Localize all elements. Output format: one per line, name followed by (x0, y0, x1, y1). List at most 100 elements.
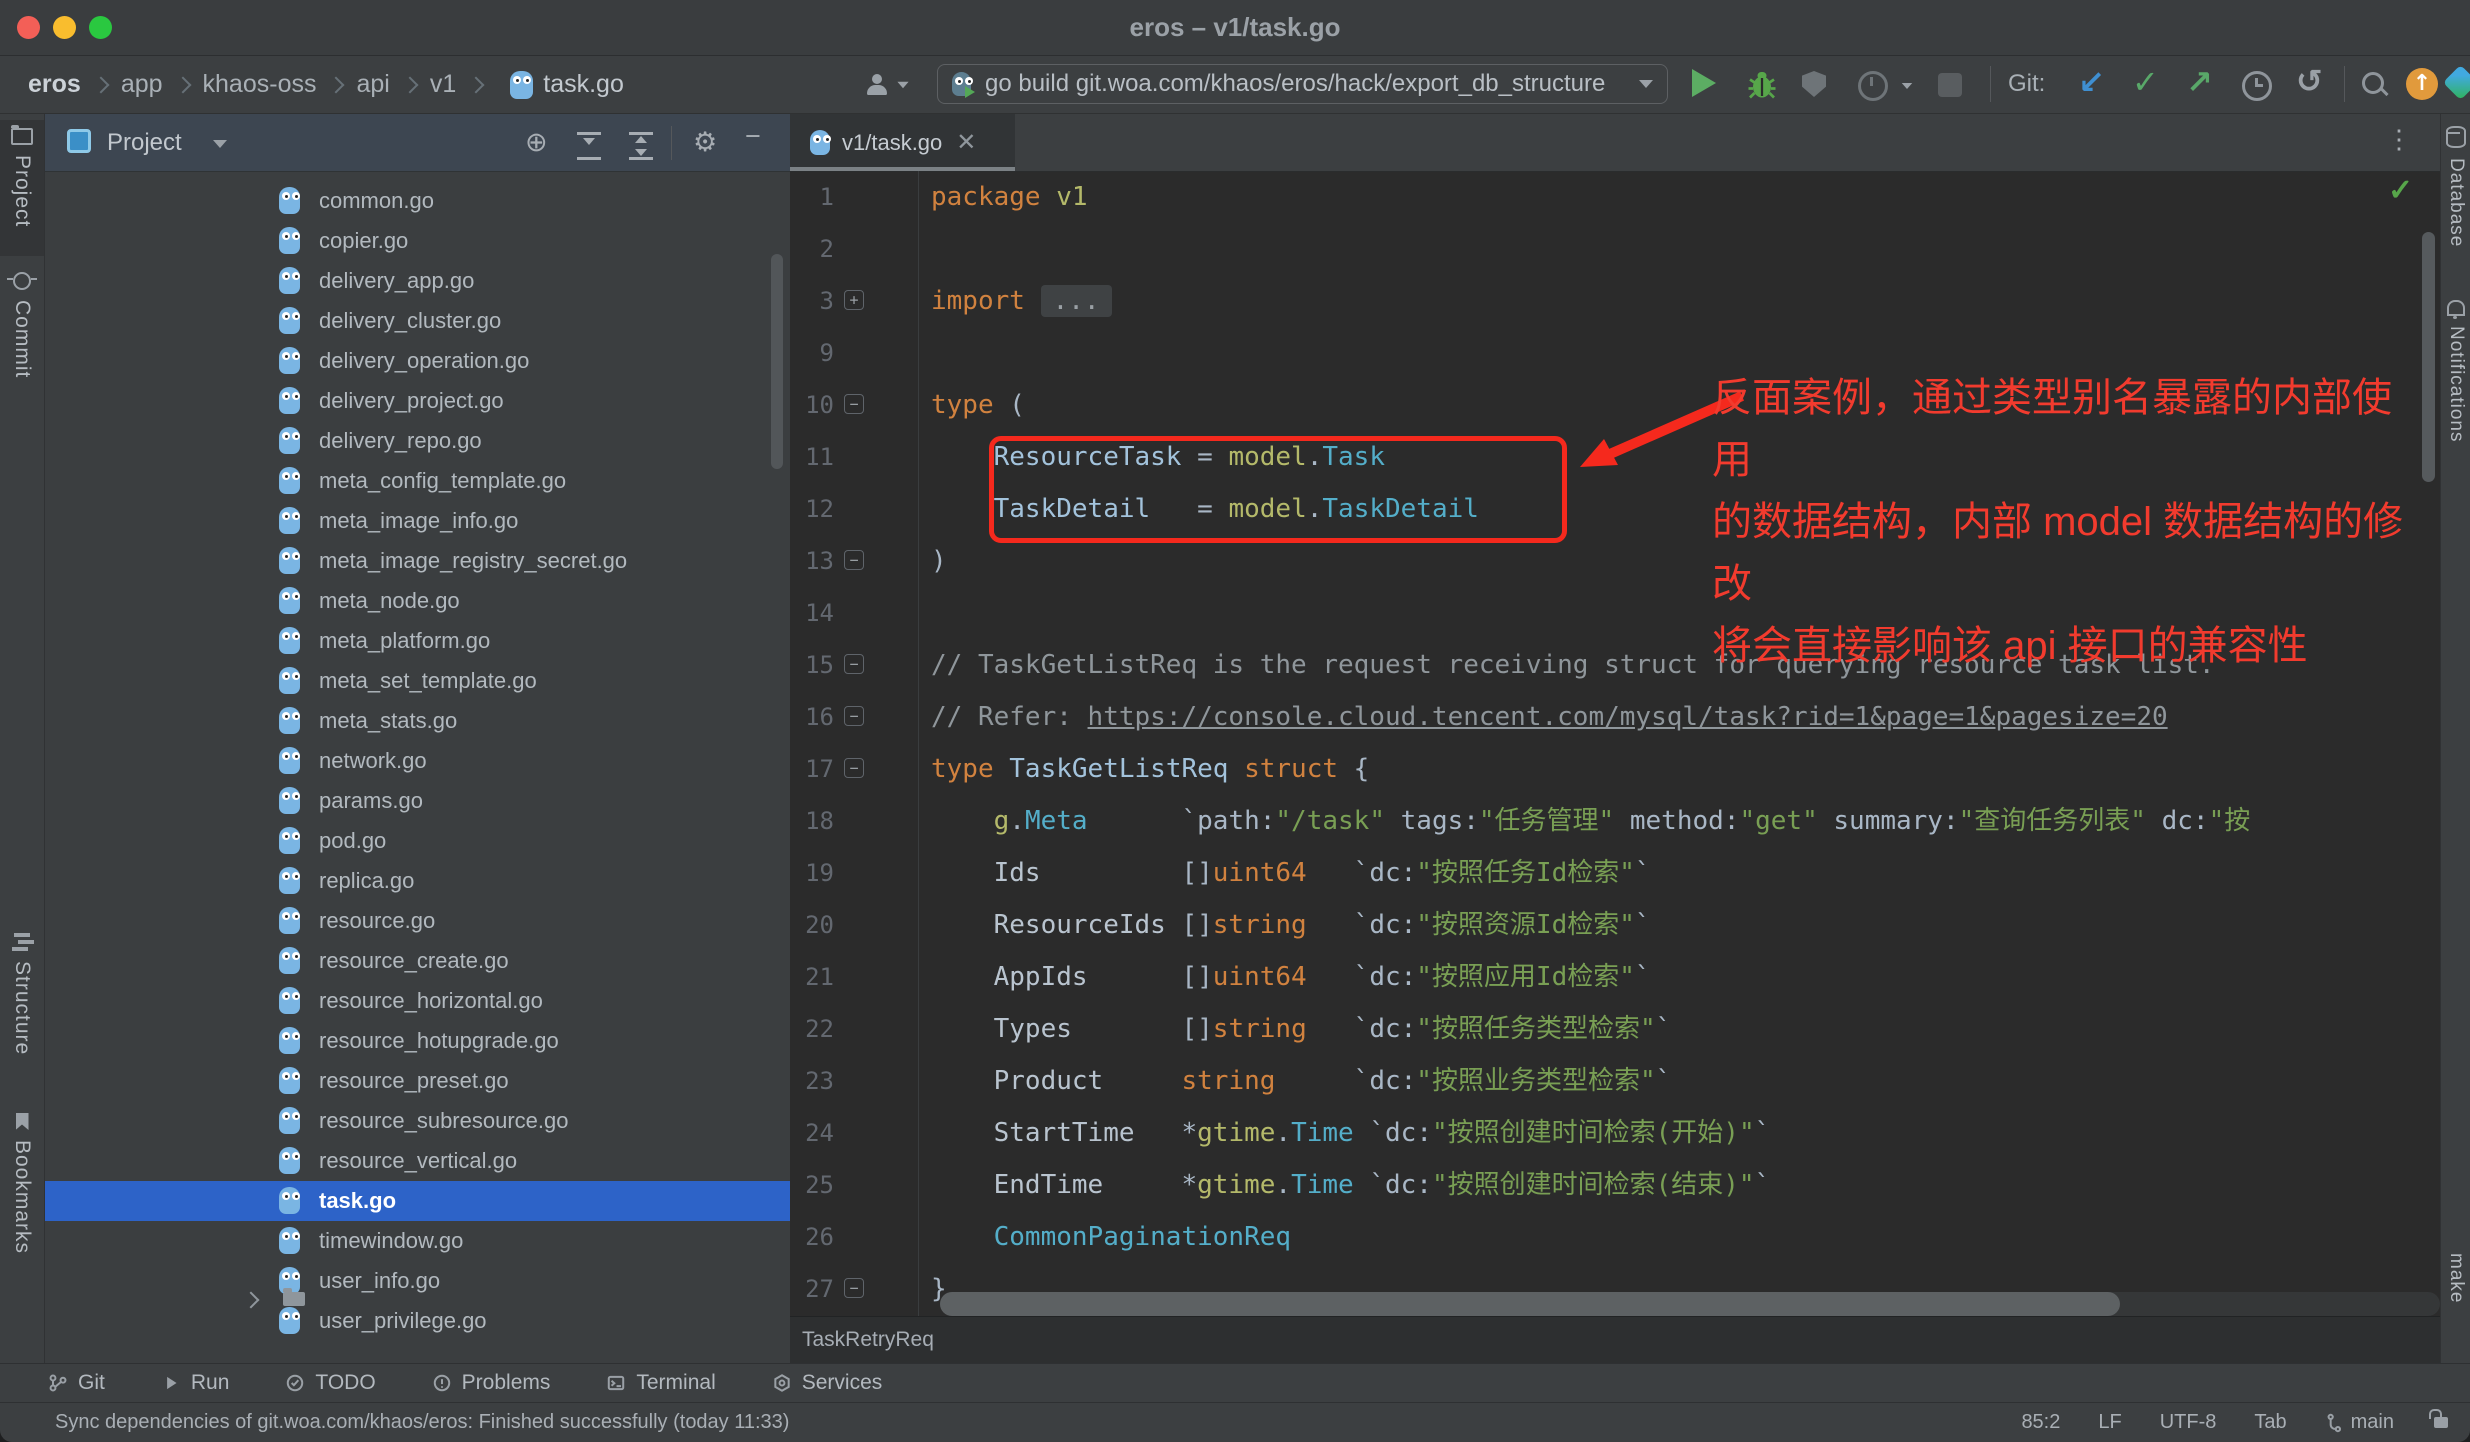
fold-marker-icon[interactable]: − (844, 706, 864, 726)
tool-button-project[interactable]: Project (0, 120, 44, 256)
tree-item[interactable]: meta_stats.go (45, 701, 790, 741)
fold-marker-icon[interactable]: + (844, 290, 864, 310)
tree-item[interactable]: pod.go (45, 821, 790, 861)
tree-item[interactable]: resource_create.go (45, 941, 790, 981)
caret-position-widget[interactable]: 85:2 (2021, 1411, 2060, 1434)
close-icon[interactable]: ✕ (956, 128, 976, 157)
breadcrumb-project[interactable]: eros (28, 70, 81, 99)
tree-item[interactable]: delivery_app.go (45, 261, 790, 301)
git-branch-widget[interactable]: main (2325, 1411, 2394, 1434)
locate-file-button[interactable]: ⊕ (525, 128, 548, 156)
tool-button-services[interactable]: Services (772, 1371, 883, 1395)
breadcrumb-v1[interactable]: v1 (430, 70, 456, 99)
tree-item[interactable]: resource_horizontal.go (45, 981, 790, 1021)
tool-button-terminal[interactable]: Terminal (606, 1371, 715, 1395)
fold-marker-icon[interactable]: − (844, 1278, 864, 1298)
code-line[interactable]: 23 Product string `dc:"按照业务类型检索"` (790, 1055, 2440, 1107)
tree-item[interactable]: delivery_project.go (45, 381, 790, 421)
update-available-button[interactable]: ↑ (2406, 68, 2438, 100)
fold-marker-icon[interactable]: − (844, 550, 864, 570)
editor-horizontal-scrollbar[interactable] (940, 1292, 2120, 1316)
tree-item[interactable]: meta_platform.go (45, 621, 790, 661)
plugin-button[interactable] (2448, 70, 2470, 95)
rollback-button[interactable]: ↺ (2296, 62, 2323, 100)
tool-button-database[interactable]: Database (2441, 120, 2470, 270)
tree-item[interactable]: meta_node.go (45, 581, 790, 621)
tree-item[interactable]: meta_image_registry_secret.go (45, 541, 790, 581)
run-button[interactable] (1692, 69, 1716, 97)
tool-button-bookmarks[interactable]: Bookmarks (0, 1113, 44, 1273)
hide-panel-button[interactable]: − (745, 122, 761, 150)
tree-item[interactable]: common.go (45, 181, 790, 221)
tree-item[interactable]: replica.go (45, 861, 790, 901)
git-push-button[interactable]: ↗ (2186, 63, 2213, 101)
code-line[interactable]: 3+import ... (790, 275, 2440, 327)
code-line[interactable]: 2 (790, 223, 2440, 275)
tool-button-make[interactable]: make (2441, 1253, 2470, 1343)
fold-marker-icon[interactable]: − (844, 758, 864, 778)
tool-button-notifications[interactable]: Notifications (2441, 294, 2470, 484)
indent-widget[interactable]: Tab (2254, 1411, 2286, 1434)
tree-item[interactable]: user_privilege.go (45, 1301, 790, 1341)
tree-item[interactable]: resource_hotupgrade.go (45, 1021, 790, 1061)
tree-item[interactable]: copier.go (45, 221, 790, 261)
tree-scrollbar[interactable] (771, 254, 783, 469)
collapse-all-button[interactable] (629, 132, 653, 160)
tree-item[interactable]: meta_set_template.go (45, 661, 790, 701)
breadcrumb-file[interactable]: task.go (543, 70, 624, 99)
chevron-down-icon[interactable] (213, 140, 227, 148)
code-line[interactable]: 19 Ids []uint64 `dc:"按照任务Id检索"` (790, 847, 2440, 899)
gear-icon[interactable]: ⚙ (693, 128, 717, 156)
tree-item[interactable]: resource_vertical.go (45, 1141, 790, 1181)
code-line[interactable]: 24 StartTime *gtime.Time `dc:"按照创建时间检索(开… (790, 1107, 2440, 1159)
run-configuration-select[interactable]: go build git.woa.com/khaos/eros/hack/exp… (937, 64, 1668, 104)
code-line[interactable]: 22 Types []string `dc:"按照任务类型检索"` (790, 1003, 2440, 1055)
debug-button[interactable] (1744, 66, 1780, 107)
project-panel-title[interactable]: Project (107, 114, 182, 171)
code-line[interactable]: 21 AppIds []uint64 `dc:"按照应用Id检索"` (790, 951, 2440, 1003)
search-everywhere-button[interactable] (2362, 72, 2384, 94)
code-line[interactable]: 20 ResourceIds []string `dc:"按照资源Id检索"` (790, 899, 2440, 951)
breadcrumb-app[interactable]: app (121, 70, 163, 99)
tree-item[interactable]: delivery_operation.go (45, 341, 790, 381)
tool-button-problems[interactable]: Problems (432, 1371, 551, 1395)
editor-vertical-scrollbar[interactable] (2422, 232, 2435, 482)
tree-item[interactable]: resource.go (45, 901, 790, 941)
tree-item[interactable]: delivery_cluster.go (45, 301, 790, 341)
tree-item[interactable]: resource_subresource.go (45, 1101, 790, 1141)
fold-marker-icon[interactable]: − (844, 394, 864, 414)
tree-item[interactable]: params.go (45, 781, 790, 821)
tree-item[interactable]: task.go (45, 1181, 790, 1221)
tree-item[interactable]: meta_image_info.go (45, 501, 790, 541)
tool-button-structure[interactable]: Structure (0, 933, 44, 1083)
tool-button-git[interactable]: Git (48, 1371, 105, 1395)
tool-button-run[interactable]: Run (161, 1371, 230, 1395)
run-with-coverage-button[interactable] (1802, 71, 1826, 97)
fold-marker-icon[interactable]: − (844, 654, 864, 674)
user-account-button[interactable] (866, 68, 918, 102)
code-line[interactable]: 25 EndTime *gtime.Time `dc:"按照创建时间检索(结束)… (790, 1159, 2440, 1211)
encoding-widget[interactable]: UTF-8 (2160, 1411, 2217, 1434)
stop-button[interactable] (1938, 71, 1962, 97)
tab-options-kebab-icon[interactable]: ⋮ (2386, 124, 2412, 155)
code-line[interactable]: 1package v1 (790, 171, 2440, 223)
tab-task-go[interactable]: v1/task.go ✕ (790, 114, 1015, 171)
code-editor[interactable]: 1package v123+import ...910−type (11 Res… (790, 171, 2440, 1373)
tree-item[interactable]: delivery_repo.go (45, 421, 790, 461)
tool-button-commit[interactable]: Commit (0, 264, 44, 394)
tree-item-collapsed-folder[interactable] (45, 1288, 790, 1306)
breadcrumb-api[interactable]: api (356, 70, 389, 99)
expand-all-button[interactable] (577, 132, 601, 160)
git-update-button[interactable]: ↙ (2078, 63, 2105, 101)
current-struct-breadcrumb[interactable]: TaskRetryReq (802, 1317, 934, 1362)
profiler-button[interactable] (1858, 71, 1914, 101)
tree-item[interactable]: resource_preset.go (45, 1061, 790, 1101)
history-button[interactable] (2242, 71, 2272, 101)
inspection-ok-icon[interactable]: ✓ (2388, 173, 2413, 208)
tool-button-todo[interactable]: TODO (285, 1371, 375, 1395)
code-line[interactable]: 17−type TaskGetListReq struct { (790, 743, 2440, 795)
tree-item[interactable]: meta_config_template.go (45, 461, 790, 501)
git-commit-button[interactable]: ✓ (2132, 63, 2159, 101)
unlock-icon[interactable] (2434, 1417, 2448, 1428)
tree-item[interactable]: network.go (45, 741, 790, 781)
